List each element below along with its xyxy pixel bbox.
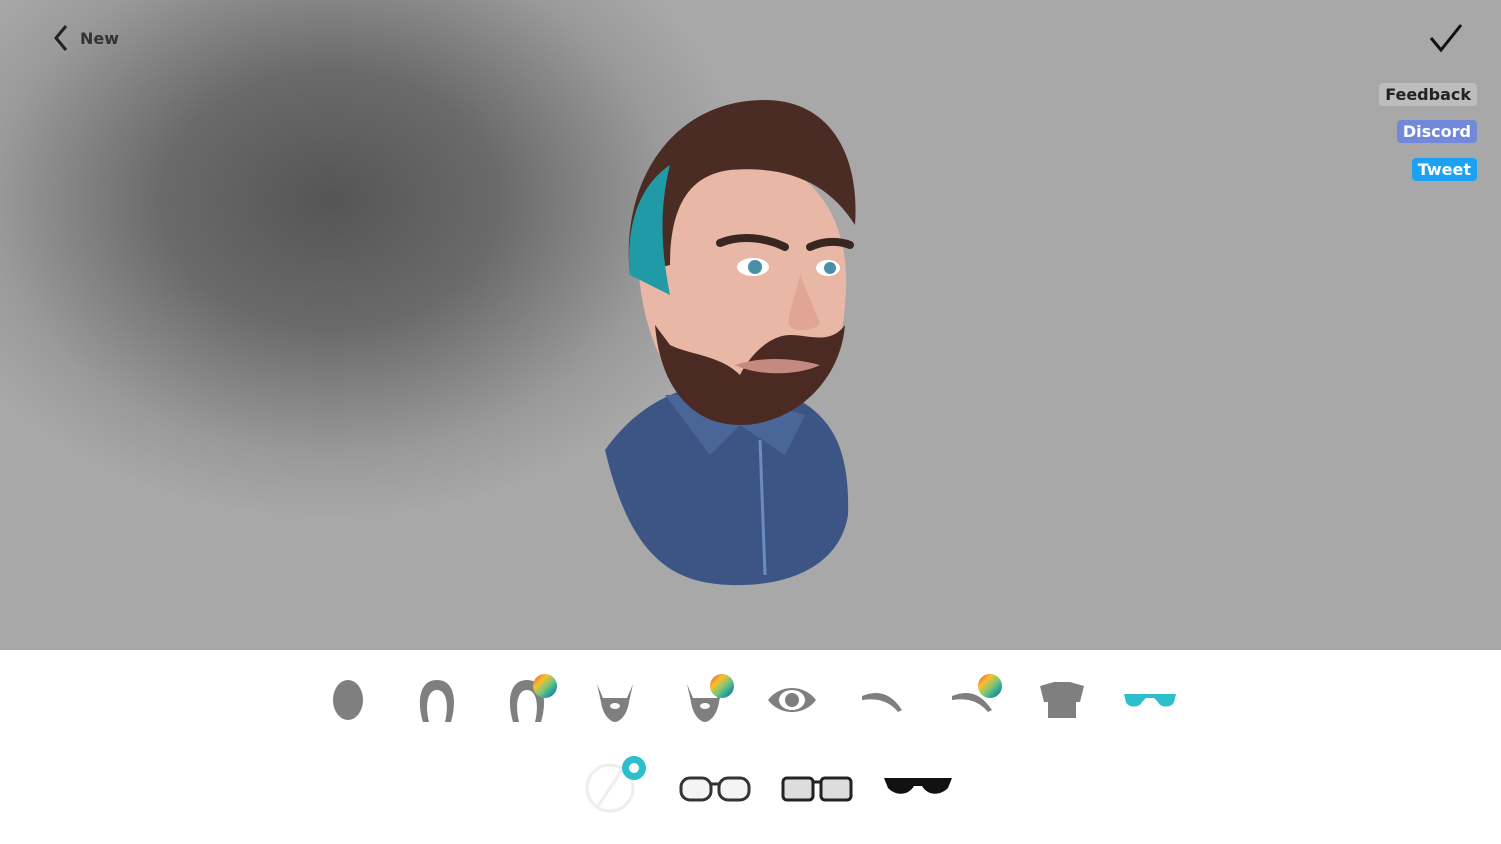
- glasses-option-round-frames[interactable]: [675, 750, 755, 820]
- avatar-3d-viewport[interactable]: New Feedback Discord Tweet: [0, 0, 1501, 650]
- hair-icon[interactable]: [407, 672, 467, 732]
- back-button[interactable]: New: [52, 24, 119, 52]
- glasses-option-sunglasses[interactable]: [878, 750, 958, 820]
- glasses-icon[interactable]: [1120, 672, 1180, 732]
- eyebrow-color-icon[interactable]: [942, 672, 1002, 732]
- beard-icon[interactable]: [585, 672, 645, 732]
- chevron-left-icon: [54, 25, 68, 51]
- eyebrow-icon[interactable]: [852, 672, 912, 732]
- feedback-button[interactable]: Feedback: [1379, 83, 1477, 106]
- head-icon[interactable]: [320, 672, 380, 732]
- category-toolbar: [320, 672, 1190, 732]
- checkmark-icon[interactable]: [1428, 22, 1464, 54]
- hair-color-icon[interactable]: [497, 672, 557, 732]
- eye-icon[interactable]: [762, 672, 822, 732]
- glasses-option-square-frames[interactable]: [777, 750, 857, 820]
- glasses-options: [580, 750, 980, 820]
- tweet-button[interactable]: Tweet: [1411, 158, 1477, 181]
- discord-button[interactable]: Discord: [1396, 120, 1477, 143]
- avatar-model: [605, 100, 856, 586]
- beard-color-icon[interactable]: [675, 672, 735, 732]
- glasses-option-none[interactable]: [580, 750, 660, 820]
- back-label: New: [80, 28, 120, 48]
- shirt-icon[interactable]: [1032, 672, 1092, 732]
